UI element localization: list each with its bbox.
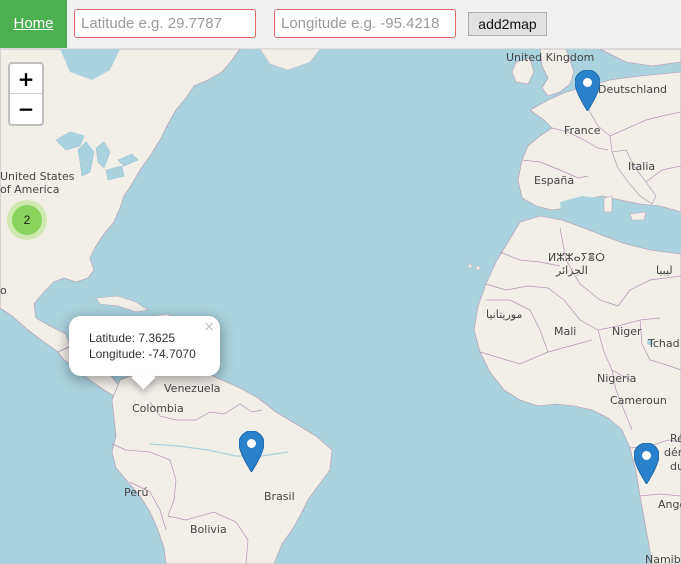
label-peru: Perú bbox=[124, 486, 149, 499]
map-marker-pin-icon[interactable] bbox=[633, 442, 660, 485]
label-namibia: Namibi bbox=[645, 553, 681, 564]
zoom-in-button[interactable]: + bbox=[10, 64, 42, 94]
label-united-states-line2: of America bbox=[0, 183, 59, 196]
label-mali: Mali bbox=[554, 325, 576, 338]
map-marker-pin-icon[interactable] bbox=[574, 69, 601, 112]
latitude-input[interactable] bbox=[74, 9, 256, 38]
label-bolivia: Bolivia bbox=[190, 523, 227, 536]
label-france: France bbox=[564, 124, 601, 137]
top-bar: Home add2map bbox=[0, 0, 681, 49]
cluster-count: 2 bbox=[12, 205, 42, 235]
marker-pin-icon bbox=[633, 442, 660, 485]
longitude-input[interactable] bbox=[274, 9, 456, 38]
label-rdc-line1: Ré bbox=[670, 432, 681, 445]
add-to-map-button[interactable]: add2map bbox=[468, 12, 547, 36]
map-view[interactable]: United Kingdom Deutschland France España… bbox=[0, 49, 681, 564]
label-united-states-line1: United States bbox=[0, 170, 75, 183]
label-cameroun: Cameroun bbox=[610, 394, 667, 407]
label-niger: Niger bbox=[612, 325, 642, 338]
marker-pin-icon bbox=[574, 69, 601, 112]
label-nigeria: Nigeria bbox=[597, 372, 636, 385]
label-united-kingdom: United Kingdom bbox=[506, 51, 594, 64]
label-brasil: Brasil bbox=[264, 490, 295, 503]
marker-pin-icon bbox=[238, 430, 265, 473]
popup-latitude: Latitude: 7.3625 bbox=[89, 331, 176, 345]
marker-cluster[interactable]: 2 bbox=[7, 200, 47, 240]
label-colombia: Colombia bbox=[132, 402, 184, 415]
zoom-control: + − bbox=[8, 62, 44, 126]
label-tchad: Tchad bbox=[647, 337, 680, 350]
label-venezuela: Venezuela bbox=[164, 382, 221, 395]
map-tiles[interactable]: United Kingdom Deutschland France España… bbox=[0, 49, 681, 564]
label-rdc-line2: dém bbox=[664, 446, 681, 459]
label-algeria-arabic: الجزائر bbox=[555, 264, 588, 277]
label-espana: España bbox=[534, 174, 574, 187]
label-mauritania: موريتانيا bbox=[486, 308, 522, 321]
label-italia: Italia bbox=[628, 160, 655, 173]
label-libya: ليبيا bbox=[656, 264, 673, 277]
popup-content: Latitude: 7.3625 Longitude: -74.7070 bbox=[89, 330, 196, 362]
label-deutschland: Deutschland bbox=[598, 83, 667, 96]
label-algeria-berber: ⵍⵣⵣⴰⵢⴻⵔ bbox=[548, 251, 605, 264]
sardinia bbox=[603, 195, 613, 213]
home-link[interactable]: Home bbox=[0, 0, 67, 48]
map-marker-pin-icon[interactable] bbox=[238, 430, 265, 473]
zoom-out-button[interactable]: − bbox=[10, 94, 42, 124]
label-mexico-fragment: o bbox=[0, 284, 7, 297]
popup-longitude: Longitude: -74.7070 bbox=[89, 347, 196, 361]
marker-popup: × Latitude: 7.3625 Longitude: -74.7070 bbox=[69, 316, 220, 390]
label-angola: Ango bbox=[658, 498, 681, 511]
popup-close-icon[interactable]: × bbox=[203, 319, 215, 335]
label-rdc-line3: du bbox=[670, 460, 681, 473]
